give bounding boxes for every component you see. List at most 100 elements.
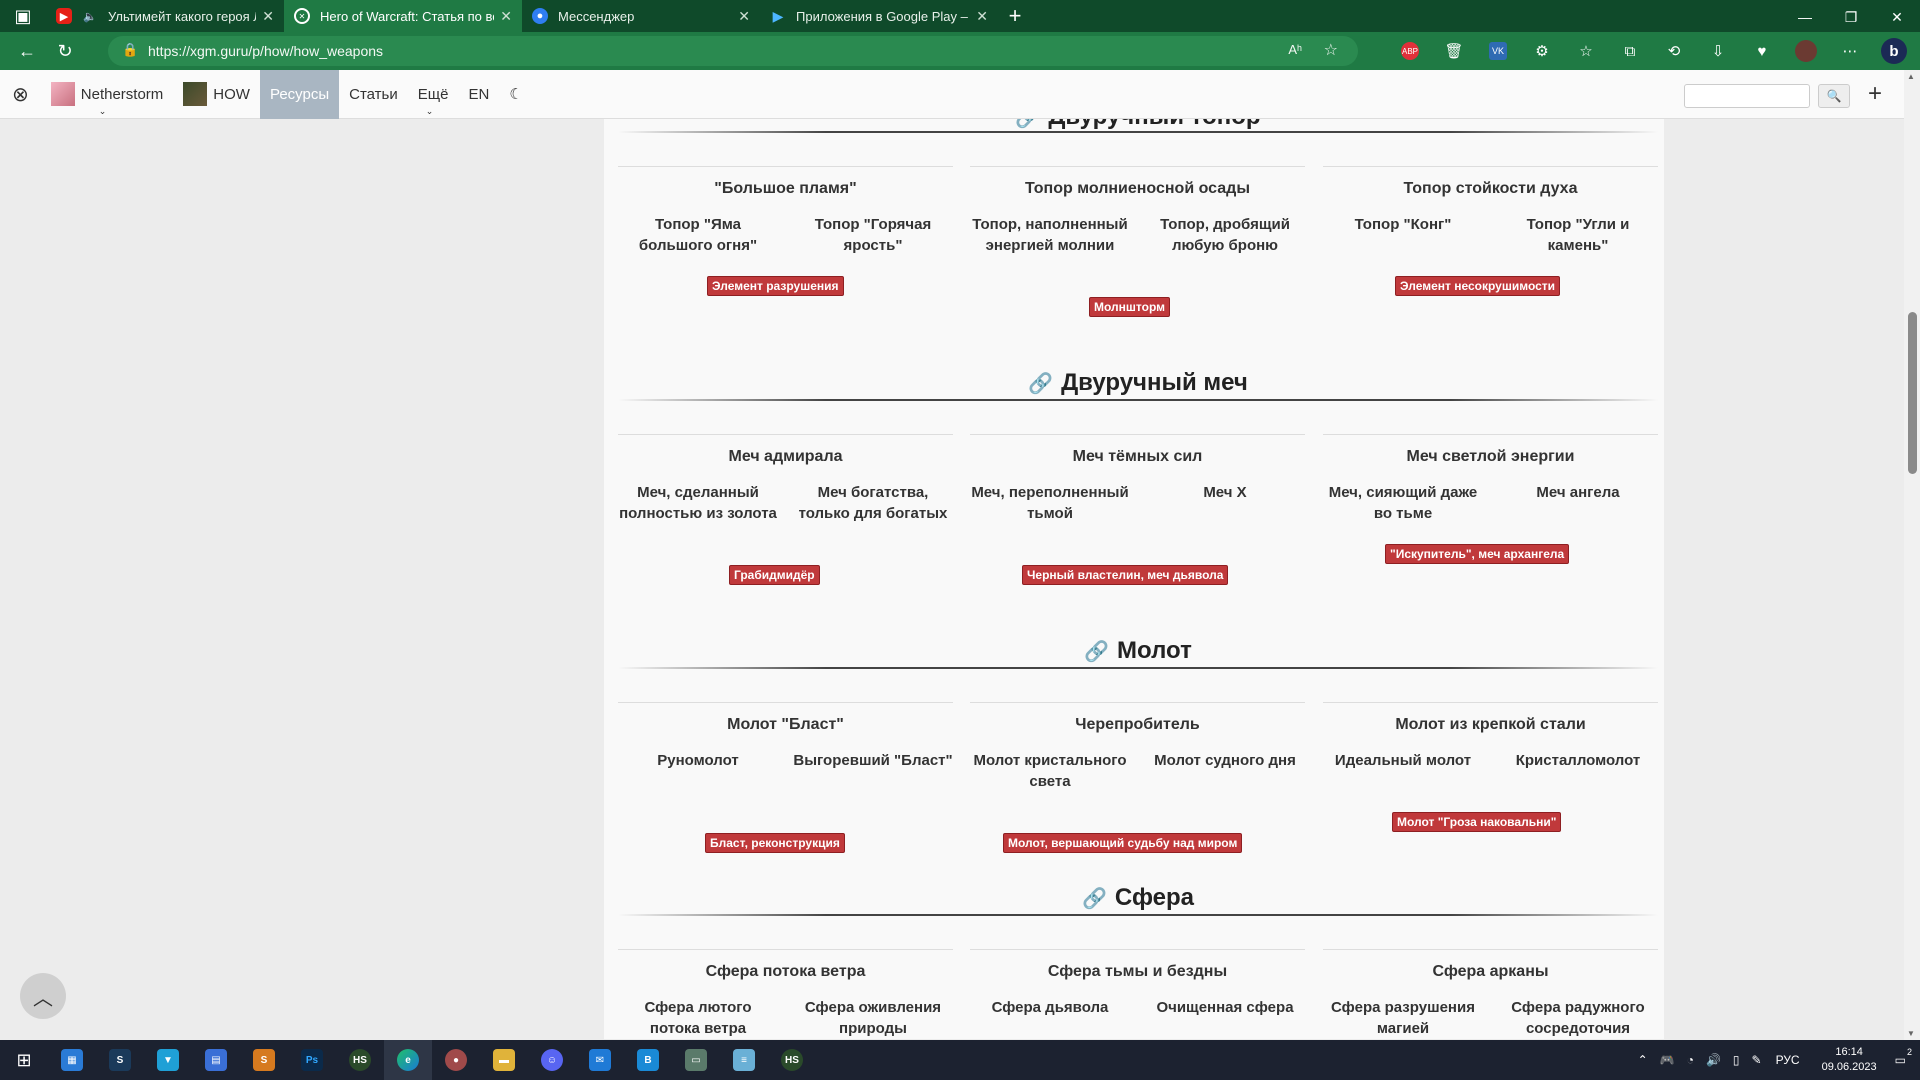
clock[interactable]: 16:14 09.06.2023 [1822,1045,1877,1075]
edge-browser-icon[interactable]: e [384,1040,432,1080]
notifications-icon[interactable]: ▭ 2 [1895,1047,1912,1067]
scroll-to-top-button[interactable]: ︿ [20,973,66,1019]
bing-icon[interactable]: b [1878,36,1910,66]
extensions-icon[interactable]: ⚙ [1526,36,1558,66]
collections-icon[interactable]: ⧉ [1614,36,1646,66]
weapon-badge: Грабидмидёр [729,565,820,585]
weapon-heading: Черепробитель [1075,716,1200,733]
calendar-app-icon[interactable]: ▦ [48,1040,96,1080]
vpn-shield-icon[interactable]: ▼ [144,1040,192,1080]
section-title: 🔗 Сфера [1082,884,1194,911]
read-aloud-icon[interactable]: Aʰ [1288,42,1302,57]
dark-mode-moon-icon[interactable]: ☾ [499,70,532,119]
weapon-sub: Топор "Конг" [1354,216,1452,233]
close-tab-icon[interactable]: ✕ [500,8,512,25]
tab-title: Мессенджер [558,8,635,24]
weapon-badge: Элемент разрушения [707,276,844,296]
speaker-icon[interactable]: 🔈 [82,8,98,24]
address-bar[interactable]: 🔒 https://xgm.guru/p/how/how_weapons Aʰ … [108,36,1358,66]
nav-label: Ресурсы [269,85,330,103]
app-window-icon[interactable]: ▭ [672,1040,720,1080]
weapon-column: Черепробитель Молот кристального света М… [970,702,1305,882]
refresh-icon[interactable]: ↻ [48,34,82,68]
notepad-icon[interactable]: ≡ [720,1040,768,1080]
favorite-star-icon[interactable]: ☆ [1324,40,1338,60]
clock-date: 09.06.2023 [1821,1061,1877,1073]
close-tab-icon[interactable]: ✕ [262,8,274,25]
profile-avatar-icon[interactable] [1790,36,1822,66]
weapon-sub: Идеальный молот [1334,752,1472,769]
volume-icon[interactable]: 🔊 [1706,1053,1721,1067]
weapon-sub: Меч ангела [1536,484,1620,501]
wifi-icon[interactable]: ◔ [1687,1053,1694,1067]
chevron-up-icon[interactable]: ⌃ [1638,1053,1648,1067]
weapon-sub: Меч, сияющий даже во тьме [1328,484,1478,522]
weapon-sub: Топор "Горячая ярость" [814,216,932,254]
nav-netherstorm[interactable]: Netherstorm ⌄ [41,70,174,119]
nav-resources[interactable]: Ресурсы [259,69,340,119]
history-icon[interactable]: ⟲ [1658,36,1690,66]
search-button[interactable]: 🔍 [1818,84,1850,108]
scrollbar-thumb[interactable] [1908,312,1917,474]
start-windows-icon[interactable]: ⊞ [0,1040,48,1080]
discord-icon[interactable]: ☺ [528,1040,576,1080]
close-tab-icon[interactable]: ✕ [976,8,988,25]
mail-icon[interactable]: ✉ [576,1040,624,1080]
game-app-icon[interactable]: ● [432,1040,480,1080]
close-tab-icon[interactable]: ✕ [738,8,750,25]
weapon-heading: Молот из крепкой стали [1395,716,1586,733]
weapon-badge: Элемент несокрушимости [1395,276,1561,296]
site-logo-icon[interactable]: ⊗ [0,70,41,119]
weapon-sub: Меч, переполненный тьмой [971,484,1129,522]
tab-xgm[interactable]: ✕ Hero of Warcraft: Статья по все ✕ [284,0,522,32]
tab-messenger[interactable]: ● Мессенджер ✕ [522,0,760,32]
more-icon[interactable]: ⋯ [1834,36,1866,66]
battlenet-icon[interactable]: B [624,1040,672,1080]
input-language[interactable]: РУС [1776,1053,1800,1067]
search-icon: 🔍 [1826,89,1842,103]
store-icon[interactable]: ▤ [192,1040,240,1080]
weapon-sub: Меч богатства, только для богатых [798,484,948,522]
file-explorer-icon[interactable]: ▬ [480,1040,528,1080]
favorites-icon[interactable]: ☆ [1570,36,1602,66]
hs-app-icon[interactable]: HS [336,1040,384,1080]
nav-how[interactable]: HOW [173,70,260,119]
close-window-icon[interactable]: ✕ [1874,0,1920,34]
vk-icon[interactable]: VK [1482,36,1514,66]
link-icon[interactable]: 🔗 [1082,888,1107,910]
weapon-sub: Кристалломолот [1515,752,1641,769]
section-divider [618,399,1658,401]
weapon-heading: Меч адмирала [728,448,843,465]
tab-actions-icon[interactable]: ▣ [0,0,46,33]
sublime-icon[interactable]: S [240,1040,288,1080]
restore-icon[interactable]: ❐ [1828,0,1874,34]
nav-more[interactable]: Ещё ⌄ [408,70,459,119]
adblock-icon[interactable]: ABP [1394,36,1426,66]
battery-icon[interactable]: ▯ [1733,1053,1740,1067]
weapon-sub: Топор, дробящий любую броню [1160,216,1290,254]
url-text: https://xgm.guru/p/how/how_weapons [148,43,384,59]
photoshop-icon[interactable]: Ps [288,1040,336,1080]
nav-language[interactable]: EN [458,70,499,119]
page-scrollbar[interactable]: ▲ ▼ [1904,70,1920,1040]
tab-google-play[interactable]: ▶ Приложения в Google Play – Ex ✕ [760,0,998,32]
back-icon[interactable]: ← [10,34,44,68]
nav-articles[interactable]: Статьи [339,70,408,119]
site-search-input[interactable] [1684,84,1810,108]
tab-youtube[interactable]: ▶ 🔈 Ультимейт какого героя Л ✕ [46,0,284,32]
performance-icon[interactable]: ♥ [1746,36,1778,66]
link-icon[interactable]: 🔗 [1084,641,1109,663]
link-icon[interactable]: 🔗 [1028,373,1053,395]
scroll-down-arrow-icon[interactable]: ▼ [1907,1029,1915,1038]
scroll-up-arrow-icon[interactable]: ▲ [1907,72,1915,81]
link-icon[interactable]: 🔗 [1015,119,1040,129]
new-tab-icon[interactable]: + [998,0,1032,33]
steam-icon[interactable]: S [96,1040,144,1080]
add-button[interactable]: + [1868,80,1882,108]
download-icon[interactable]: ⇩ [1702,36,1734,66]
hs-app-2-icon[interactable]: HS [768,1040,816,1080]
minimize-icon[interactable]: — [1782,0,1828,34]
gamepad-icon[interactable]: 🎮 [1660,1053,1675,1067]
trash-icon[interactable]: 🗑 [1438,36,1470,66]
pen-icon[interactable]: ✎ [1752,1053,1762,1067]
